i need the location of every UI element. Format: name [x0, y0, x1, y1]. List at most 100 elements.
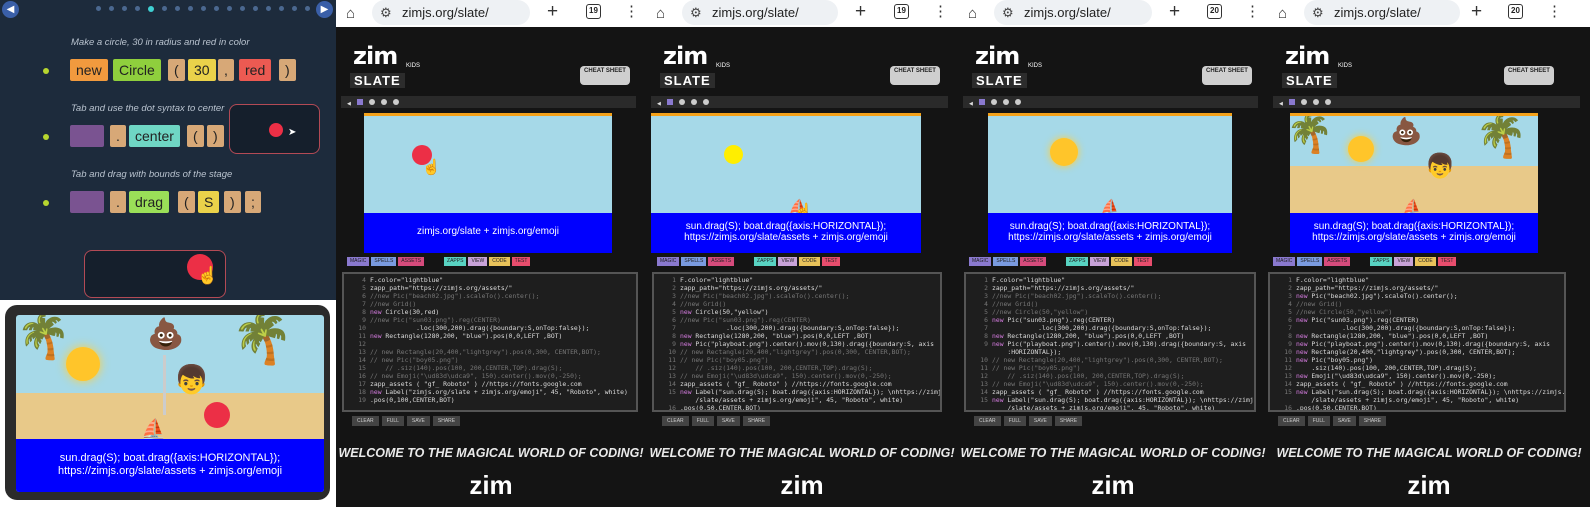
tab-test[interactable]: TEST — [1437, 257, 1457, 266]
home-icon[interactable]: ⌂ — [968, 5, 977, 22]
tab-test[interactable]: TEST — [1133, 257, 1153, 266]
step-dot[interactable] — [135, 6, 140, 11]
step-dot[interactable] — [188, 6, 193, 11]
code-line[interactable]: 12 // .siz(140).pos(100, 200,CENTER,TOP)… — [966, 372, 1254, 380]
cheat-sheet-button[interactable]: CHEAT SHEET — [1202, 66, 1252, 85]
token-circle[interactable]: Circle — [113, 59, 161, 81]
token-placeholder[interactable] — [70, 125, 104, 147]
tab-spells[interactable]: SPELLS — [1297, 257, 1323, 266]
zim-logo[interactable]: zim — [975, 42, 1020, 70]
new-tab-icon[interactable]: + — [1169, 1, 1180, 23]
code-line[interactable]: 12 — [344, 340, 636, 348]
code-line[interactable]: 19 .pos(0,100,CENTER,BOT) — [344, 396, 636, 404]
toolbar-radio-icon[interactable] — [678, 99, 685, 105]
stage-toolbar[interactable]: ◀ — [963, 96, 1258, 108]
step-dot[interactable] — [279, 6, 284, 11]
step-dot[interactable] — [175, 6, 180, 11]
token-color[interactable]: red — [239, 59, 272, 81]
code-line[interactable]: 2 zapp_path="https://zimjs.org/assets/" — [966, 284, 1254, 292]
tab-code[interactable]: CODE — [799, 257, 820, 266]
tab-spells[interactable]: SPELLS — [371, 257, 397, 266]
stage-canvas[interactable]: ⛵ sun.drag(S); boat.drag({axis:HORIZONTAL… — [988, 113, 1232, 253]
token-new[interactable]: new — [70, 59, 108, 81]
toolbar-back-icon[interactable]: ◀ — [657, 101, 661, 107]
step-dot[interactable] — [201, 6, 206, 11]
code-line[interactable]: 14 zapp_assets ( "gf_ Roboto" ) //https:/… — [654, 380, 940, 388]
menu-kebab-icon[interactable]: ⋮ — [1245, 2, 1260, 20]
stage-canvas[interactable]: 🌴 🌴 💩 👦 ⛵ sun.drag(S); boat.drag({axis:HORIZO… — [1290, 113, 1538, 253]
step-dot[interactable] — [162, 6, 167, 11]
code-line[interactable]: 12 .siz(140).pos(100, 200,CENTER,TOP).dr… — [1270, 364, 1564, 372]
tab-assets[interactable]: ASSETS — [1324, 257, 1351, 266]
sun-image[interactable] — [66, 347, 100, 381]
toolbar-checkbox-icon[interactable] — [666, 99, 673, 105]
code-line[interactable]: 7 .loc(300,200).drag({boundary:S,onTop:f… — [1270, 324, 1564, 332]
step-dot[interactable] — [305, 6, 310, 11]
toolbar-radio-icon[interactable] — [380, 99, 387, 105]
code-line[interactable]: 5 zapp_path="https://zimjs.org/assets/" — [344, 284, 636, 292]
code-line[interactable]: /slate/assets + zimjs.org/emoji", 45, "R… — [654, 396, 940, 404]
code-line[interactable]: 2 zapp_path="https://zimjs.org/assets/" — [654, 284, 940, 292]
full-button[interactable]: FULL — [1307, 416, 1330, 426]
footer-zim-logo[interactable]: zim — [1268, 470, 1590, 501]
code-line[interactable]: 10 // new Rectangle(20,400,"lightgrey").p… — [966, 356, 1254, 364]
address-bar[interactable]: ⚙ zimjs.org/slate/ — [1304, 0, 1460, 25]
address-bar[interactable]: ⚙ zimjs.org/slate/ — [994, 0, 1152, 25]
code-line[interactable]: 2 zapp_path="https://zimjs.org/assets/" — [1270, 284, 1564, 292]
code-line[interactable]: 9 new Pic("playboat.png").center().mov(0,… — [654, 340, 940, 348]
toolbar-radio-icon[interactable] — [1312, 99, 1319, 105]
tab-magic[interactable]: MAGIC — [969, 257, 992, 266]
tab-zapps[interactable]: ZAPPS — [1066, 257, 1089, 266]
toolbar-checkbox-icon[interactable] — [978, 99, 985, 105]
tab-test[interactable]: TEST — [511, 257, 531, 266]
toolbar-checkbox-icon[interactable] — [1288, 99, 1295, 105]
boy-image[interactable]: 👦 — [174, 363, 209, 396]
code-line[interactable]: 11 new Pic("boy05.png") — [1270, 356, 1564, 364]
site-settings-icon[interactable]: ⚙ — [380, 0, 392, 25]
poop-emoji[interactable]: 💩 — [1390, 116, 1422, 147]
share-button[interactable]: SHARE — [1358, 416, 1387, 426]
cheat-sheet-button[interactable]: CHEAT SHEET — [1504, 66, 1554, 85]
tab-view[interactable]: VIEW — [468, 257, 488, 266]
toolbar-radio-icon[interactable] — [702, 99, 709, 105]
code-line[interactable]: 13 // new Rectangle(20,400,"lightgrey").p… — [344, 348, 636, 356]
code-line[interactable]: 13 // new Emoji("\ud83d\udca9", 150).cent… — [966, 380, 1254, 388]
toolbar-back-icon[interactable]: ◀ — [1279, 101, 1283, 107]
code-line[interactable]: 15 // .siz(140).pos(100, 200,CENTER,TOP)… — [344, 364, 636, 372]
toolbar-checkbox-icon[interactable] — [356, 99, 363, 105]
yellow-circle[interactable] — [724, 145, 743, 164]
code-line[interactable]: 8 new Rectangle(1280,200, "blue").pos(0,0… — [654, 332, 940, 340]
cheat-sheet-button[interactable]: CHEAT SHEET — [580, 66, 630, 85]
tab-switcher-icon[interactable]: 19 — [586, 4, 601, 19]
address-bar[interactable]: ⚙ zimjs.org/slate/ — [682, 0, 838, 25]
code-line[interactable]: 16 .pos(0,50,CENTER,BOT) — [1270, 404, 1564, 410]
tab-view[interactable]: VIEW — [1394, 257, 1414, 266]
code-line[interactable]: 15 new Label("sun.drag(S); boat.drag({axi… — [654, 388, 940, 396]
new-tab-icon[interactable]: + — [547, 1, 558, 23]
poop-emoji[interactable]: 💩 — [147, 317, 184, 352]
token-paren-close[interactable]: ) — [279, 59, 296, 81]
code-line[interactable]: 11 new Rectangle(1280,200, "blue").pos(0,… — [344, 332, 636, 340]
token-drag[interactable]: drag — [129, 191, 170, 213]
code-line[interactable]: 3 new Pic("beach02.jpg").scaleTo().center… — [1270, 292, 1564, 300]
code-line[interactable]: 7 .loc(300,200).drag({boundary:S,onTop:f… — [966, 324, 1254, 332]
site-settings-icon[interactable]: ⚙ — [1002, 0, 1014, 25]
tab-switcher-icon[interactable]: 20 — [1207, 4, 1222, 19]
token-paren-close[interactable]: ) — [207, 125, 224, 147]
token-paren-open[interactable]: ( — [178, 191, 195, 213]
toolbar-radio-icon[interactable] — [1002, 99, 1009, 105]
step-dot[interactable] — [253, 6, 258, 11]
code-line[interactable]: 1 F.color="lightblue" — [1270, 276, 1564, 284]
red-circle[interactable] — [204, 402, 230, 428]
code-line[interactable]: 11 // new Pic("boy05.png") — [654, 356, 940, 364]
tab-view[interactable]: VIEW — [1090, 257, 1110, 266]
code-line[interactable]: 8 new Circle(30,red) — [344, 308, 636, 316]
tab-zapps[interactable]: ZAPPS — [754, 257, 777, 266]
code-line[interactable]: 11 // new Pic("boy05.png") — [966, 364, 1254, 372]
token-comma[interactable]: , — [218, 59, 234, 81]
save-button[interactable]: SAVE — [406, 416, 430, 426]
toolbar-radio-icon[interactable] — [990, 99, 997, 105]
new-tab-icon[interactable]: + — [855, 1, 866, 23]
full-button[interactable]: FULL — [381, 416, 404, 426]
token-number[interactable]: 30 — [188, 59, 216, 81]
